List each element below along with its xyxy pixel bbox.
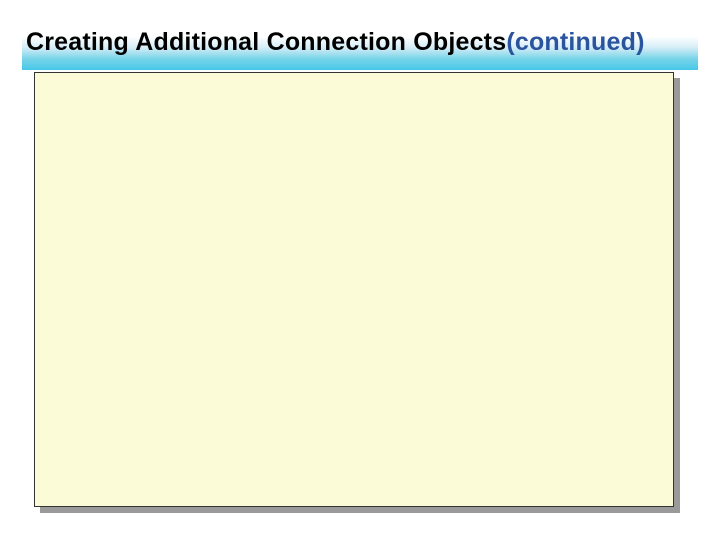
slide-title: Creating Additional Connection Objects(c… [26, 28, 645, 57]
title-suffix: (continued) [506, 28, 644, 56]
slide-title-bar: Creating Additional Connection Objects(c… [22, 14, 698, 70]
title-main: Creating Additional Connection Objects [26, 28, 506, 56]
content-panel [34, 72, 674, 507]
